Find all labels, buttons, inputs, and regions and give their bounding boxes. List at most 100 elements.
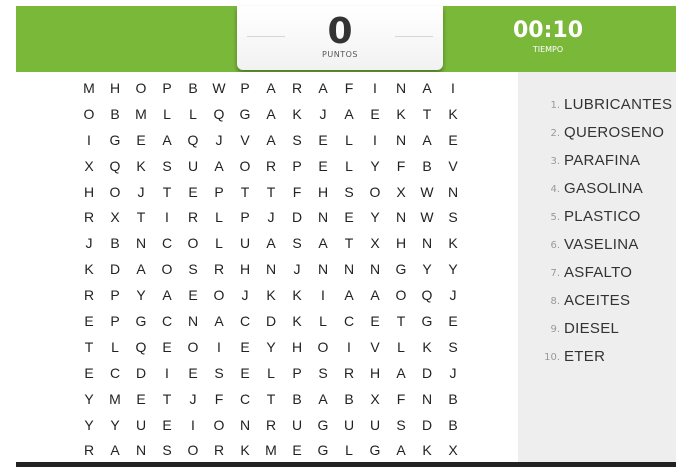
grid-letter[interactable]: N [232,412,258,438]
grid-letter[interactable]: O [206,412,232,438]
grid-letter[interactable]: H [102,75,128,101]
grid-letter[interactable]: R [336,360,362,386]
grid-letter[interactable]: C [232,386,258,412]
grid-letter[interactable]: T [232,179,258,205]
grid-letter[interactable]: P [232,204,258,230]
grid-letter[interactable]: R [180,204,206,230]
grid-letter[interactable]: I [336,334,362,360]
grid-letter[interactable]: N [310,256,336,282]
grid-letter[interactable]: W [206,75,232,101]
grid-letter[interactable]: K [232,437,258,463]
grid-letter[interactable]: R [258,153,284,179]
grid-letter[interactable]: O [180,437,206,463]
grid-letter[interactable]: X [102,204,128,230]
grid-letter[interactable]: N [388,127,414,153]
grid-letter[interactable]: S [388,412,414,438]
grid-letter[interactable]: U [284,412,310,438]
grid-letter[interactable]: Y [76,386,102,412]
grid-letter[interactable]: B [284,386,310,412]
grid-letter[interactable]: J [232,282,258,308]
grid-letter[interactable]: E [180,360,206,386]
grid-letter[interactable]: U [232,230,258,256]
grid-letter[interactable]: G [414,308,440,334]
grid-letter[interactable]: E [336,204,362,230]
grid-letter[interactable]: A [414,127,440,153]
grid-letter[interactable]: F [206,386,232,412]
grid-letter[interactable]: X [440,437,466,463]
grid-letter[interactable]: Y [414,256,440,282]
grid-letter[interactable]: N [440,179,466,205]
grid-letter[interactable]: C [154,308,180,334]
grid-letter[interactable]: V [362,334,388,360]
grid-letter[interactable]: L [102,334,128,360]
grid-letter[interactable]: G [102,127,128,153]
grid-letter[interactable]: T [388,308,414,334]
grid-letter[interactable]: T [154,179,180,205]
grid-letter[interactable]: R [76,437,102,463]
grid-letter[interactable]: R [76,282,102,308]
grid-letter[interactable]: L [206,230,232,256]
grid-letter[interactable]: E [154,412,180,438]
grid-letter[interactable]: N [388,204,414,230]
grid-letter[interactable]: R [206,256,232,282]
grid-letter[interactable]: Q [128,334,154,360]
grid-letter[interactable]: A [310,230,336,256]
grid-letter[interactable]: O [206,282,232,308]
grid-letter[interactable]: O [102,179,128,205]
grid-letter[interactable]: I [440,75,466,101]
grid-letter[interactable]: E [180,282,206,308]
grid-letter[interactable]: S [440,204,466,230]
grid-letter[interactable]: U [128,412,154,438]
grid-letter[interactable]: A [362,282,388,308]
grid-letter[interactable]: L [310,308,336,334]
grid-letter[interactable]: E [154,334,180,360]
grid-letter[interactable]: P [102,282,128,308]
grid-letter[interactable]: L [336,127,362,153]
grid-letter[interactable]: Q [102,153,128,179]
grid-letter[interactable]: L [336,153,362,179]
grid-letter[interactable]: B [440,412,466,438]
grid-letter[interactable]: T [258,386,284,412]
grid-letter[interactable]: A [258,101,284,127]
grid-letter[interactable]: O [388,282,414,308]
grid-letter[interactable]: I [362,75,388,101]
grid-letter[interactable]: E [362,308,388,334]
grid-letter[interactable]: P [206,179,232,205]
grid-letter[interactable]: F [284,179,310,205]
grid-letter[interactable]: U [180,153,206,179]
grid-letter[interactable]: Y [102,412,128,438]
grid-letter[interactable]: R [206,437,232,463]
grid-letter[interactable]: O [232,153,258,179]
grid-letter[interactable]: L [206,204,232,230]
grid-letter[interactable]: E [232,334,258,360]
grid-letter[interactable]: Y [258,334,284,360]
grid-letter[interactable]: S [440,334,466,360]
grid-letter[interactable]: J [76,230,102,256]
grid-letter[interactable]: N [414,386,440,412]
grid-letter[interactable]: C [102,360,128,386]
grid-letter[interactable]: A [258,127,284,153]
grid-letter[interactable]: C [232,308,258,334]
grid-letter[interactable]: U [362,412,388,438]
grid-letter[interactable]: E [310,127,336,153]
grid-letter[interactable]: Y [362,204,388,230]
grid-letter[interactable]: A [206,308,232,334]
grid-letter[interactable]: K [284,308,310,334]
grid-letter[interactable]: Y [76,412,102,438]
grid-letter[interactable]: T [76,334,102,360]
grid-letter[interactable]: E [128,386,154,412]
grid-letter[interactable]: O [76,101,102,127]
grid-letter[interactable]: M [102,386,128,412]
grid-letter[interactable]: T [336,230,362,256]
grid-letter[interactable]: A [154,282,180,308]
grid-letter[interactable]: T [128,204,154,230]
grid-letter[interactable]: S [154,153,180,179]
grid-letter[interactable]: X [362,386,388,412]
grid-letter[interactable]: N [310,204,336,230]
grid-letter[interactable]: A [206,153,232,179]
grid-letter[interactable]: O [128,75,154,101]
grid-letter[interactable]: G [310,437,336,463]
grid-letter[interactable]: A [388,437,414,463]
grid-letter[interactable]: Q [414,282,440,308]
grid-letter[interactable]: H [310,179,336,205]
